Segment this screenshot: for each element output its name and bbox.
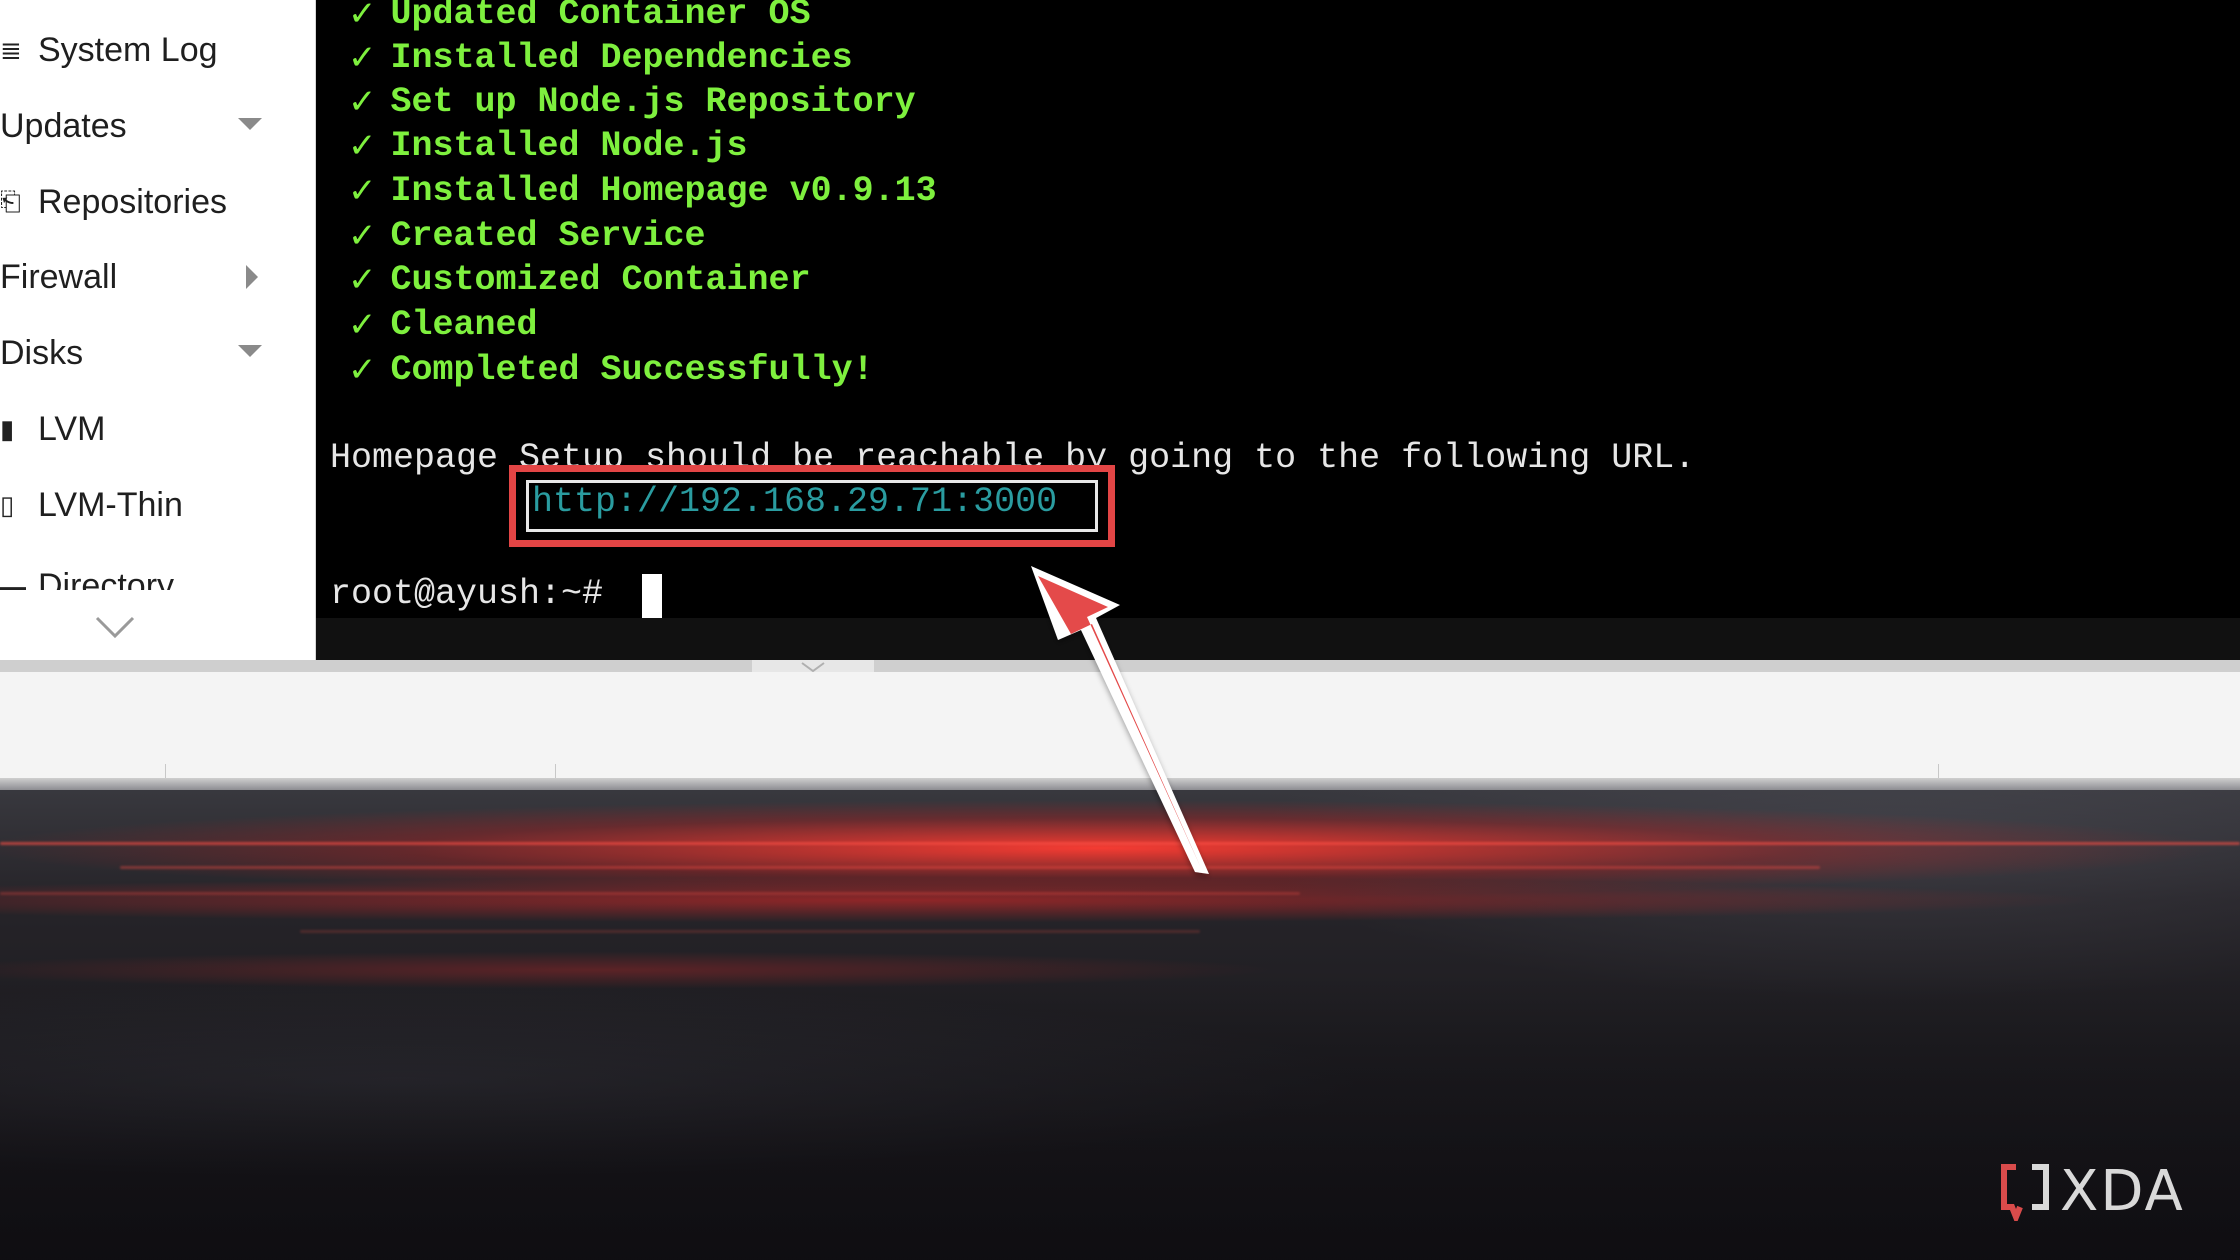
xda-logo-icon <box>2001 1164 2049 1221</box>
xda-wordmark: XDA <box>2060 1158 2185 1224</box>
sidebar: ≣ System Log Updates ⎗ Repositories Fire… <box>0 0 316 660</box>
panel-divider <box>0 660 2240 672</box>
checkmark-icon: ✓ <box>348 171 377 211</box>
terminal-success-line: ✓ Set up Node.js Repository <box>348 82 916 122</box>
disk-filled-icon: ▮ <box>0 413 15 444</box>
terminal-url-link[interactable]: http://192.168.29.71:3000 <box>532 482 1057 522</box>
terminal-success-line: ✓ Customized Container <box>348 260 811 300</box>
checkmark-icon: ✓ <box>348 82 377 122</box>
sidebar-item-label: Updates <box>0 106 127 145</box>
chevron-down-icon[interactable] <box>238 345 262 357</box>
terminal-success-line: ✓ Completed Successfully! <box>348 350 874 390</box>
sidebar-item-disks[interactable]: Disks <box>0 323 300 383</box>
terminal-cursor <box>642 574 662 618</box>
sidebar-item-label: Firewall <box>0 257 118 296</box>
chevron-right-icon[interactable] <box>246 265 258 289</box>
sidebar-clip: ▬ Directory <box>0 540 300 591</box>
url-highlight-box: http://192.168.29.71:3000 <box>509 465 1115 547</box>
checkmark-icon: ✓ <box>348 126 377 166</box>
terminal-prompt: root@ayush:~# <box>330 574 604 614</box>
terminal-bottom-padding <box>316 618 2240 660</box>
checkmark-icon: ✓ <box>348 350 377 390</box>
chevron-down-icon[interactable] <box>238 118 262 130</box>
sidebar-item-updates[interactable]: Updates <box>0 96 300 156</box>
checkmark-icon: ✓ <box>348 305 377 345</box>
sidebar-item-label: LVM-Thin <box>38 485 183 524</box>
terminal-success-line: ✓ Cleaned <box>348 305 538 345</box>
column-separator <box>1938 764 1939 778</box>
sidebar-item-label: System Log <box>38 30 218 69</box>
resize-handle[interactable] <box>752 660 874 673</box>
terminal-success-line: ✓ Installed Dependencies <box>348 38 853 78</box>
sidebar-item-label: Disks <box>0 333 84 372</box>
sidebar-item-repositories[interactable]: ⎗ Repositories <box>0 172 300 232</box>
repository-icon: ⎗ <box>0 186 21 216</box>
folder-icon: ▬ <box>0 570 26 591</box>
sidebar-item-label: Repositories <box>38 182 227 221</box>
disk-outline-icon: ▯ <box>0 489 15 520</box>
terminal-success-line: ✓ Updated Container OS <box>348 0 811 36</box>
list-icon: ≣ <box>0 34 22 65</box>
terminal-success-line: ✓ Installed Node.js <box>348 126 748 166</box>
sidebar-item-lvm[interactable]: ▮ LVM <box>0 399 300 459</box>
checkmark-icon: ✓ <box>348 260 377 300</box>
desktop-wallpaper <box>0 780 2240 1260</box>
scroll-down-chevron-icon[interactable] <box>95 612 135 642</box>
app-window: ≣ System Log Updates ⎗ Repositories Fire… <box>0 0 2240 790</box>
sidebar-item-label: Directory <box>38 566 175 591</box>
sidebar-item-directory[interactable]: ▬ Directory <box>0 556 300 591</box>
task-log-panel <box>0 672 2240 779</box>
sidebar-item-label: LVM <box>38 409 106 448</box>
xda-watermark: XDA <box>1998 1158 2208 1224</box>
sidebar-item-firewall[interactable]: Firewall <box>0 247 300 307</box>
column-separator <box>555 764 556 778</box>
sidebar-item-lvm-thin[interactable]: ▯ LVM-Thin <box>0 475 300 535</box>
terminal-success-line: ✓ Installed Homepage v0.9.13 <box>348 171 937 211</box>
sidebar-item-system-log[interactable]: ≣ System Log <box>0 20 300 80</box>
terminal-console[interactable]: ✓ Updated Container OS ✓ Installed Depende… <box>316 0 2240 660</box>
column-separator <box>165 764 166 778</box>
checkmark-icon: ✓ <box>348 0 377 34</box>
terminal-success-line: ✓ Created Service <box>348 216 706 256</box>
window-bottom-edge <box>0 778 2240 790</box>
checkmark-icon: ✓ <box>348 216 377 256</box>
checkmark-icon: ✓ <box>348 38 377 78</box>
